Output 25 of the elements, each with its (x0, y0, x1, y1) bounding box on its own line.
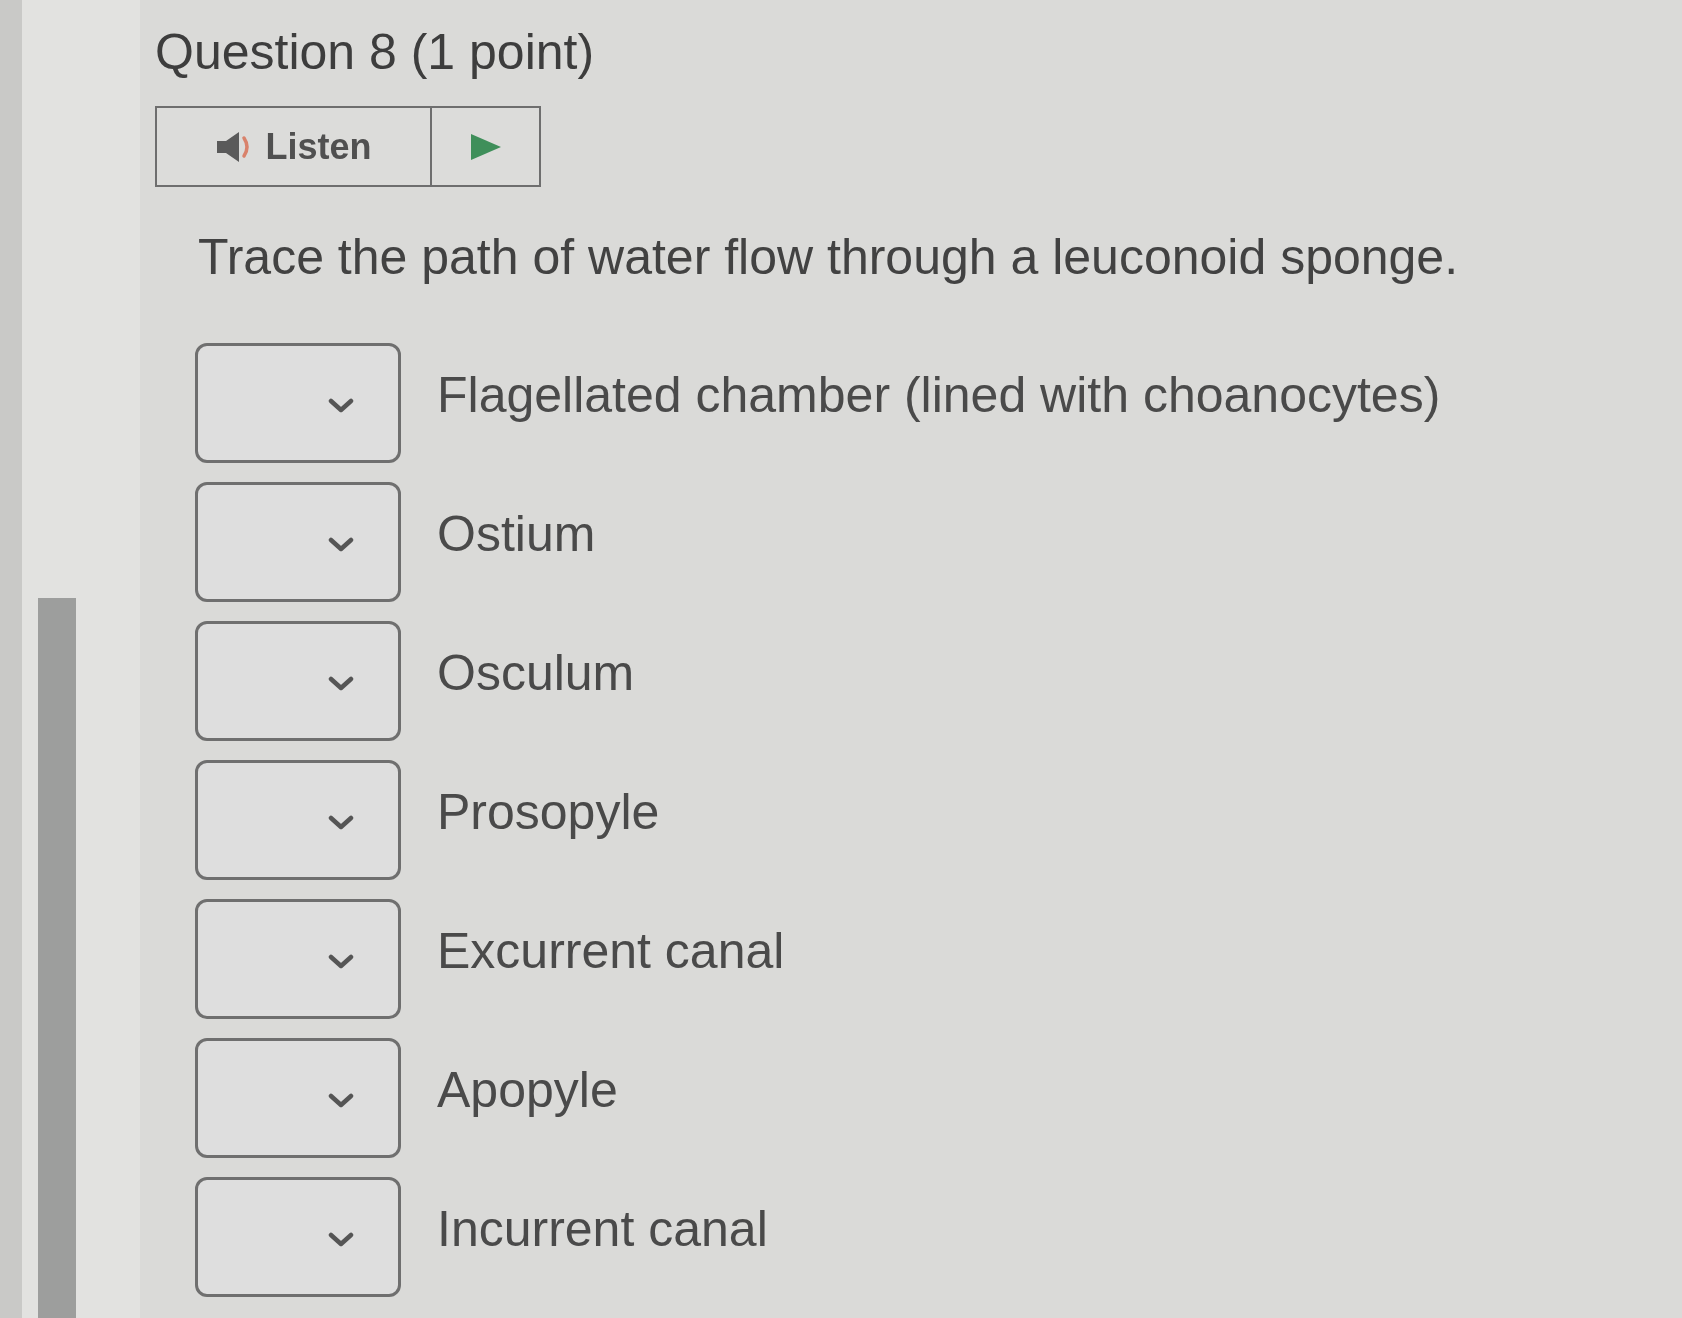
item-label: Prosopyle (437, 783, 660, 842)
order-dropdown[interactable] (195, 482, 401, 602)
question-prompt: Trace the path of water flow through a leuconoid sponge. (198, 228, 1460, 287)
item-label: Incurrent canal (437, 1200, 768, 1259)
chevron-down-icon (328, 398, 354, 414)
item-label: Osculum (437, 644, 635, 703)
item-label: Excurrent canal (437, 922, 785, 981)
order-dropdown[interactable] (195, 621, 401, 741)
item-label: Apopyle (437, 1061, 618, 1120)
chevron-down-icon (328, 537, 354, 553)
play-icon (470, 133, 501, 160)
order-dropdown[interactable] (195, 1038, 401, 1158)
chevron-down-icon (328, 1232, 354, 1248)
listen-button[interactable]: Listen (157, 108, 432, 185)
chevron-down-icon (328, 954, 354, 970)
chevron-down-icon (328, 1093, 354, 1109)
chevron-down-icon (328, 676, 354, 692)
order-dropdown[interactable] (195, 899, 401, 1019)
question-title: Question 8 (1 point) (155, 23, 596, 82)
order-dropdown[interactable] (195, 1177, 401, 1297)
order-dropdown[interactable] (195, 760, 401, 880)
order-dropdown[interactable] (195, 343, 401, 463)
item-label: Flagellated chamber (lined with choanocytes) (437, 366, 1441, 425)
chevron-down-icon (328, 815, 354, 831)
item-label: Ostium (437, 505, 596, 564)
